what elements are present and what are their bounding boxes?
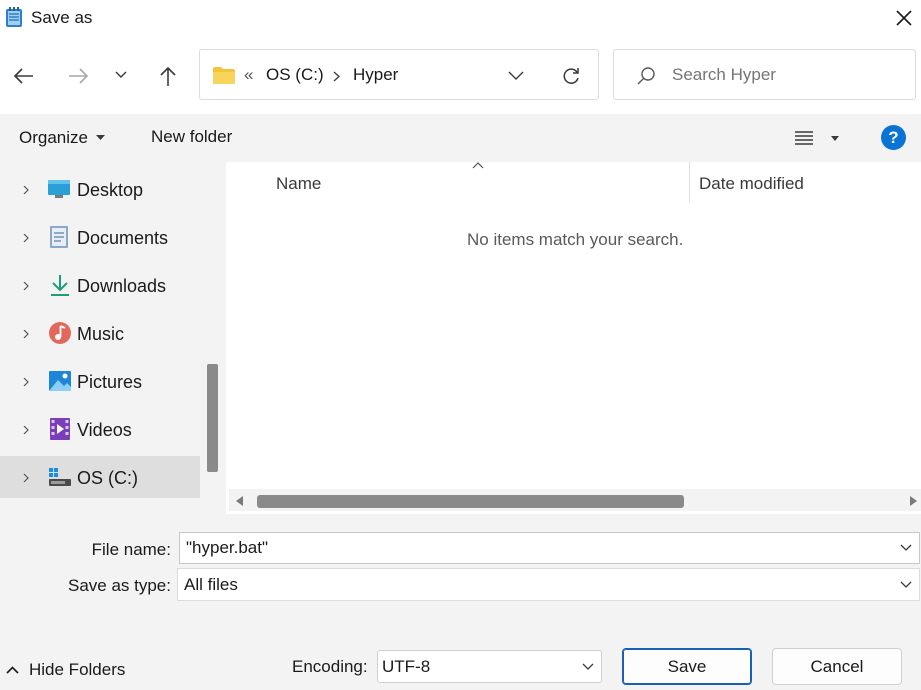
sidebar-item-pictures[interactable]: Pictures — [0, 362, 200, 402]
chevron-down-icon — [115, 71, 127, 78]
save-type-select[interactable]: All files — [177, 568, 920, 601]
expand-chevron-icon[interactable] — [21, 185, 31, 195]
expand-chevron-icon[interactable] — [21, 329, 31, 339]
notepad-icon — [6, 7, 22, 27]
drive-icon — [49, 468, 71, 486]
arrow-left-icon — [13, 68, 33, 84]
sidebar-item-documents[interactable]: Documents — [0, 218, 200, 258]
file-name-label: File name: — [91, 540, 171, 559]
sidebar-item-label: Documents — [77, 228, 169, 248]
caret-down-icon — [95, 135, 105, 140]
encoding-select[interactable]: UTF-8 — [377, 650, 602, 683]
save-type-value: All files — [184, 574, 238, 594]
sidebar-item-music[interactable]: Music — [0, 314, 200, 354]
save-button[interactable]: Save — [622, 648, 752, 685]
empty-list-message: No items match your search. — [467, 230, 684, 249]
file-list-scrollbar-thumb[interactable] — [257, 495, 684, 508]
pictures-icon — [49, 371, 71, 391]
sidebar-item-label: Music — [77, 324, 125, 344]
address-dropdown-button[interactable] — [502, 63, 530, 87]
close-button[interactable] — [886, 0, 921, 36]
sidebar-item-desktop[interactable]: Desktop — [0, 170, 200, 210]
sidebar-item-videos[interactable]: Videos — [0, 410, 200, 450]
sidebar-item-label: Pictures — [77, 372, 143, 392]
up-button[interactable] — [152, 60, 184, 92]
sidebar-item-downloads[interactable]: Downloads — [0, 266, 200, 306]
documents-icon — [50, 226, 68, 248]
sort-ascending-icon — [472, 162, 484, 169]
column-header-name[interactable]: Name — [276, 174, 321, 194]
chevron-up-icon — [6, 666, 19, 674]
scroll-right-icon[interactable] — [910, 496, 917, 506]
column-divider[interactable] — [689, 162, 690, 202]
arrow-up-icon — [160, 66, 176, 86]
hide-folders-button[interactable]: Hide Folders — [6, 658, 125, 682]
title-bar: Save as — [0, 0, 921, 36]
command-bar — [0, 114, 921, 162]
organize-label: Organize — [19, 128, 88, 147]
help-icon: ? — [888, 127, 899, 147]
expand-chevron-icon[interactable] — [21, 233, 31, 243]
address-overflow[interactable]: « — [244, 65, 253, 85]
refresh-button[interactable] — [557, 62, 585, 90]
help-button[interactable]: ? — [881, 125, 906, 150]
breadcrumb-os-c[interactable]: OS (C:) — [266, 65, 324, 85]
file-list — [229, 162, 921, 514]
recent-locations-button[interactable] — [110, 64, 132, 86]
back-button[interactable] — [8, 60, 40, 92]
refresh-icon — [563, 68, 579, 84]
organize-button[interactable]: Organize — [19, 127, 105, 149]
file-name-value[interactable]: "hyper.bat" — [186, 538, 268, 558]
search-icon — [637, 67, 655, 85]
window-title: Save as — [31, 8, 93, 27]
chevron-down-icon — [508, 71, 524, 80]
encoding-label: Encoding: — [292, 657, 368, 676]
new-folder-button[interactable]: New folder — [151, 127, 232, 147]
chevron-down-icon[interactable] — [900, 544, 912, 552]
chevron-down-icon — [900, 581, 912, 588]
desktop-icon — [48, 180, 70, 198]
save-type-label: Save as type: — [67, 576, 171, 595]
caret-down-icon — [831, 135, 839, 141]
downloads-icon — [51, 275, 69, 296]
scroll-left-icon[interactable] — [236, 496, 243, 506]
expand-chevron-icon[interactable] — [21, 377, 31, 387]
sidebar-item-os-c[interactable]: OS (C:) — [0, 456, 200, 498]
search-input[interactable] — [672, 62, 902, 88]
column-header-date-modified[interactable]: Date modified — [699, 174, 804, 194]
music-icon — [49, 322, 71, 344]
sidebar-item-label: OS (C:) — [77, 468, 138, 488]
encoding-value: UTF-8 — [382, 656, 431, 676]
view-options-button[interactable] — [794, 127, 839, 149]
address-bar[interactable]: « OS (C:) Hyper — [199, 49, 599, 100]
breadcrumb-hyper[interactable]: Hyper — [353, 65, 398, 85]
arrow-right-icon — [69, 68, 89, 84]
sidebar-item-label: Downloads — [77, 276, 167, 296]
hide-folders-label: Hide Folders — [29, 660, 126, 679]
navigation-scrollbar-thumb[interactable] — [207, 364, 218, 472]
videos-icon — [50, 418, 70, 440]
file-name-field[interactable]: "hyper.bat" — [179, 532, 920, 564]
expand-chevron-icon[interactable] — [21, 281, 31, 291]
close-icon — [895, 10, 912, 26]
sidebar-item-label: Videos — [77, 420, 132, 440]
cancel-button[interactable]: Cancel — [772, 648, 902, 685]
search-box[interactable] — [613, 49, 916, 100]
chevron-right-icon — [333, 71, 340, 82]
list-view-icon — [795, 131, 813, 145]
chevron-down-icon — [582, 663, 594, 670]
forward-button[interactable] — [62, 60, 94, 92]
folder-icon — [213, 67, 235, 84]
sidebar-item-label: Desktop — [77, 180, 144, 200]
expand-chevron-icon[interactable] — [21, 425, 31, 435]
expand-chevron-icon[interactable] — [21, 473, 31, 483]
